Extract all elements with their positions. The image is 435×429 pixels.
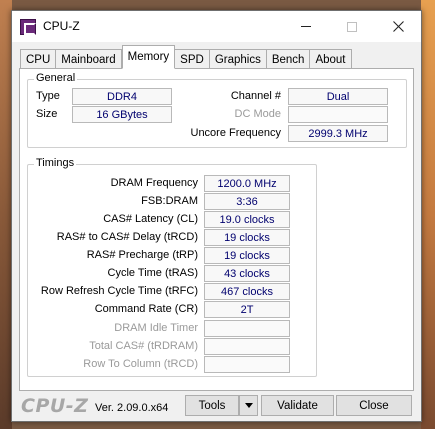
maximize-icon [347,21,357,32]
type-field: DDR4 [72,88,172,105]
version-label: Ver. 2.09.0.x64 [95,402,169,414]
timing-label-trp: RAS# Precharge (tRP) [86,249,198,261]
timing-label-trfc: Row Refresh Cycle Time (tRFC) [40,285,198,297]
timing-label-total-cas: Total CAS# (tRDRAM) [89,340,198,352]
tab-cpu[interactable]: CPU [20,49,57,69]
timing-label-trcd: RAS# to CAS# Delay (tRCD) [56,231,198,243]
tab-graphics[interactable]: Graphics [209,49,267,69]
timing-label-dram-frequency: DRAM Frequency [110,177,198,189]
tab-spd[interactable]: SPD [175,49,210,69]
tools-button[interactable]: Tools [185,395,239,416]
tab-about[interactable]: About [310,49,352,69]
size-field: 16 GBytes [72,106,172,123]
desktop-background-right [421,0,435,429]
timings-group: Timings DRAM Frequency 1200.0 MHz FSB:DR… [27,157,317,377]
channel-field: Dual [288,88,388,105]
timing-value-row-to-column [204,356,290,373]
memory-panel: General Type DDR4 Size 16 GBytes Channel… [19,68,414,391]
tab-bench[interactable]: Bench [266,49,311,69]
title-bar[interactable]: CPU-Z [12,11,421,42]
caret-down-icon [244,403,253,408]
timing-label-dram-idle-timer: DRAM Idle Timer [114,322,198,334]
close-button[interactable]: Close [336,395,412,416]
timings-group-label: Timings [34,157,77,169]
timing-value-trcd: 19 clocks [204,229,290,246]
timing-label-fsb-dram: FSB:DRAM [141,195,198,207]
timing-value-trfc: 467 clocks [204,283,290,300]
tab-memory[interactable]: Memory [121,45,176,69]
size-label: Size [36,108,58,120]
close-icon [392,21,404,32]
timing-label-row-to-column: Row To Column (tRCD) [83,358,198,370]
timing-value-tras: 43 clocks [204,265,290,282]
timing-label-cas-latency: CAS# Latency (CL) [103,213,198,225]
type-label: Type [36,90,60,102]
timing-value-trp: 19 clocks [204,247,290,264]
tab-bar: CPU Mainboard Memory SPD Graphics Bench … [20,45,352,69]
dcmode-label: DC Mode [234,108,281,120]
timing-value-dram-idle-timer [204,320,290,337]
footer-bar: CPU-Z Ver. 2.09.0.x64 Tools Validate Clo… [12,393,421,421]
close-window-button[interactable] [375,11,421,42]
validate-button[interactable]: Validate [261,395,334,416]
timing-value-command-rate: 2T [204,301,290,318]
cpuz-app-icon [20,19,36,35]
tab-mainboard[interactable]: Mainboard [56,49,122,69]
cpuz-window: CPU-Z CPU Mainboard Memory SPD Graphics … [11,10,422,422]
minimize-icon [301,26,311,27]
dcmode-field [288,106,388,123]
timing-label-command-rate: Command Rate (CR) [94,303,198,315]
uncore-frequency-label: Uncore Frequency [190,127,282,139]
window-title: CPU-Z [43,19,80,33]
general-group: General Type DDR4 Size 16 GBytes Channel… [27,72,407,148]
timing-value-cas-latency: 19.0 clocks [204,211,290,228]
tools-dropdown-button[interactable] [239,395,258,416]
uncore-frequency-field: 2999.3 MHz [288,125,388,142]
timing-value-fsb-dram: 3:36 [204,193,290,210]
minimize-button[interactable] [283,11,329,42]
general-group-label: General [34,72,78,84]
channel-label: Channel # [230,90,281,102]
maximize-button [329,11,375,42]
timing-value-dram-frequency: 1200.0 MHz [204,175,290,192]
timing-value-total-cas [204,338,290,355]
cpuz-logo: CPU-Z [21,395,89,417]
timing-label-tras: Cycle Time (tRAS) [107,267,198,279]
